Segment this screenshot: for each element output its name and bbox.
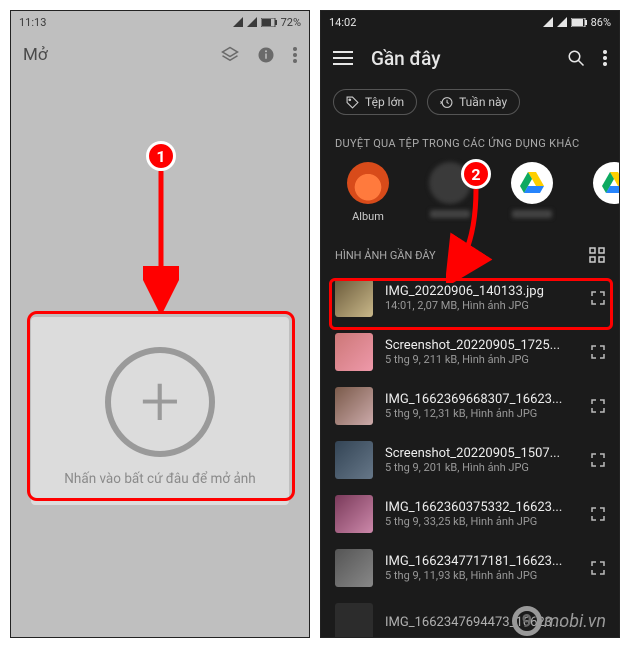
search-icon[interactable]	[567, 49, 585, 67]
expand-icon[interactable]	[591, 345, 605, 359]
status-battery: 86%	[591, 16, 611, 29]
phone-right: 14:02 86% Gần đây Tệp lớn Tuần này DUYỆT…	[320, 10, 620, 638]
signal-icon	[543, 17, 553, 27]
file-meta: 5 thg 9, 201 kB, Hình ảnh JPG	[385, 461, 579, 474]
signal-icon	[247, 17, 257, 27]
file-meta: 5 thg 9, 12,31 kB, Hình ảnh JPG	[385, 407, 579, 420]
battery-icon	[571, 18, 587, 27]
plus-icon: +	[140, 367, 180, 437]
drive-icon	[511, 162, 553, 204]
apps-row: Album	[321, 158, 619, 233]
status-icons: 86%	[543, 16, 611, 29]
chip-this-week[interactable]: Tuần này	[427, 89, 520, 115]
status-icons: 72%	[233, 16, 301, 29]
file-name: Screenshot_20220905_1507...	[385, 446, 579, 461]
app-label-blur	[512, 210, 552, 218]
file-thumbnail	[335, 441, 373, 479]
file-row[interactable]: Screenshot_20220905_1507... 5 thg 9, 201…	[321, 433, 619, 487]
file-meta: 5 thg 9, 33,25 kB, Hình ảnh JPG	[385, 515, 579, 528]
signal-icon	[233, 17, 243, 27]
expand-icon[interactable]	[591, 453, 605, 467]
more-vert-icon[interactable]	[603, 50, 607, 66]
file-row[interactable]: IMG_1662347694473_16623...	[321, 595, 619, 638]
status-time: 11:13	[19, 16, 46, 29]
app-drive-2[interactable]	[587, 162, 619, 223]
file-name: Screenshot_20220905_1725...	[385, 338, 579, 353]
file-name: IMG_1662369668307_16623...	[385, 392, 579, 407]
layers-icon[interactable]	[221, 46, 239, 64]
album-icon	[347, 162, 389, 204]
file-thumbnail	[335, 387, 373, 425]
expand-icon[interactable]	[591, 399, 605, 413]
open-area[interactable]: + Nhấn vào bất cứ đâu để mở ảnh	[11, 77, 309, 637]
expand-icon[interactable]	[591, 561, 605, 575]
battery-icon	[261, 18, 277, 27]
drive-icon	[593, 162, 619, 204]
add-hint-text: Nhấn vào bất cứ đâu để mở ảnh	[64, 471, 255, 487]
file-row[interactable]: Screenshot_20220905_1725... 5 thg 9, 211…	[321, 325, 619, 379]
file-name: IMG_1662347694473_16623...	[385, 615, 605, 630]
toolbar-title: Mở	[23, 45, 48, 65]
file-meta: 5 thg 9, 211 kB, Hình ảnh JPG	[385, 353, 579, 366]
file-thumbnail	[335, 333, 373, 371]
more-vert-icon[interactable]	[293, 47, 297, 63]
status-time: 14:02	[329, 16, 356, 29]
app-album[interactable]: Album	[341, 162, 395, 223]
expand-icon[interactable]	[591, 507, 605, 521]
app-blur-1[interactable]	[423, 162, 477, 223]
file-name: IMG_1662347717181_16623...	[385, 554, 579, 569]
status-battery: 72%	[281, 16, 301, 29]
file-row[interactable]: IMG_1662360375332_16623... 5 thg 9, 33,2…	[321, 487, 619, 541]
file-row[interactable]: IMG_20220906_140133.jpg 14:01, 2,07 MB, …	[321, 271, 619, 325]
file-thumbnail	[335, 549, 373, 587]
recent-section-title: HÌNH ẢNH GẦN ĐÂY	[335, 249, 436, 262]
file-name: IMG_20220906_140133.jpg	[385, 284, 579, 299]
toolbar: Mở	[11, 33, 309, 77]
grid-view-icon[interactable]	[589, 247, 605, 263]
chip-large-files[interactable]: Tệp lớn	[333, 89, 417, 115]
add-circle-icon: +	[105, 347, 215, 457]
file-meta: 5 thg 9, 11,93 kB, Hình ảnh JPG	[385, 569, 579, 582]
file-thumbnail	[335, 603, 373, 638]
file-row[interactable]: IMG_1662347717181_16623... 5 thg 9, 11,9…	[321, 541, 619, 595]
history-icon	[440, 96, 453, 109]
recent-header: HÌNH ẢNH GẦN ĐÂY	[321, 233, 619, 271]
file-name: IMG_1662360375332_16623...	[385, 500, 579, 515]
menu-icon[interactable]	[333, 51, 353, 65]
app-label-blur	[430, 210, 470, 218]
file-thumbnail	[335, 279, 373, 317]
filter-chips: Tệp lớn Tuần này	[321, 83, 619, 125]
file-meta: 14:01, 2,07 MB, Hình ảnh JPG	[385, 299, 579, 312]
browse-section-title: DUYỆT QUA TỆP TRONG CÁC ỨNG DỤNG KHÁC	[321, 125, 619, 158]
tag-icon	[346, 96, 359, 109]
toolbar-title: Gần đây	[371, 47, 549, 70]
info-icon[interactable]	[257, 46, 275, 64]
app-drive[interactable]	[505, 162, 559, 223]
app-icon-blur	[429, 162, 471, 204]
file-row[interactable]: IMG_1662369668307_16623... 5 thg 9, 12,3…	[321, 379, 619, 433]
file-thumbnail	[335, 495, 373, 533]
phone-left: 11:13 72% Mở + Nhấn vào bất cứ đâu để mở…	[10, 10, 310, 638]
status-bar: 11:13 72%	[11, 11, 309, 33]
expand-icon[interactable]	[591, 291, 605, 305]
toolbar: Gần đây	[321, 33, 619, 83]
add-image-card[interactable]: + Nhấn vào bất cứ đâu để mở ảnh	[31, 317, 289, 505]
status-bar: 14:02 86%	[321, 11, 619, 33]
signal-icon	[557, 17, 567, 27]
